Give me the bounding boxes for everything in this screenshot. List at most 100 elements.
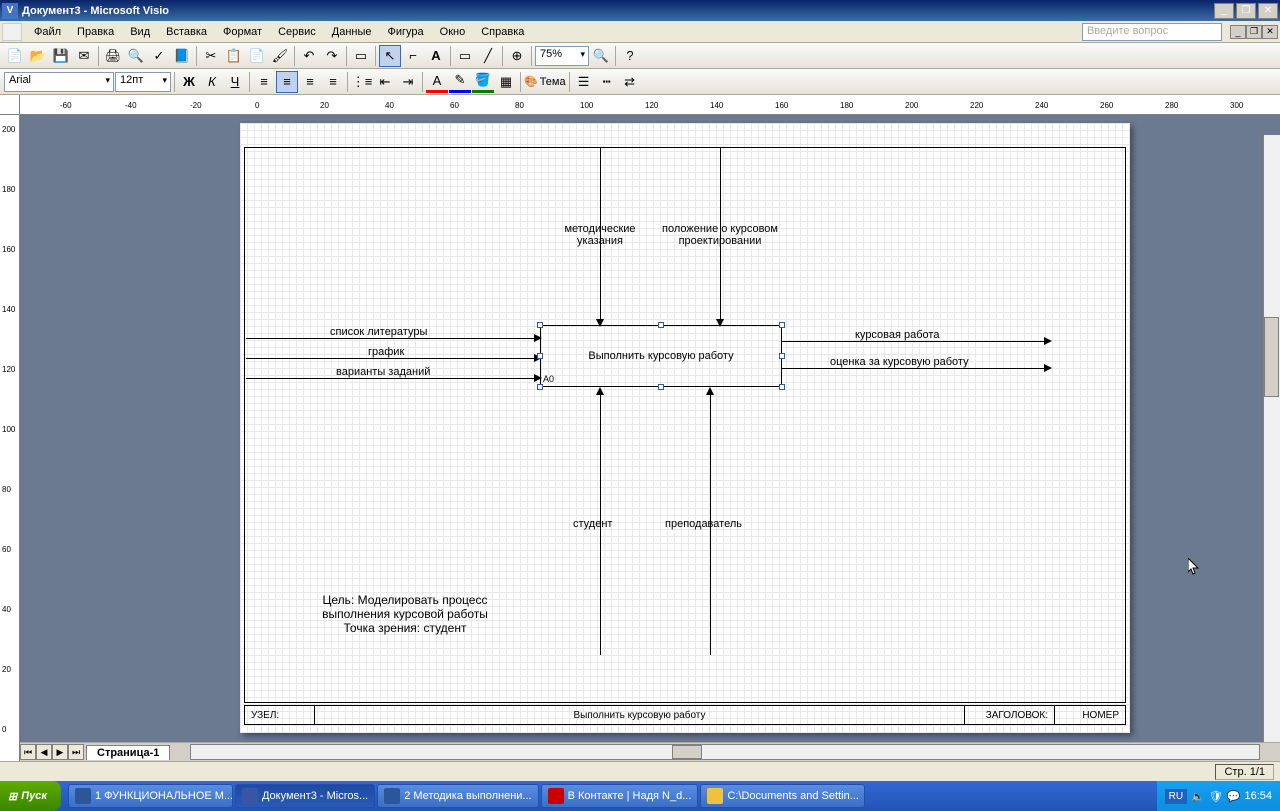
- menu-format[interactable]: Формат: [215, 24, 270, 40]
- menu-insert[interactable]: Вставка: [158, 24, 215, 40]
- underline-button[interactable]: Ч: [224, 71, 246, 93]
- horizontal-ruler[interactable]: -60 -40 -20 0 20 40 60 80 100 120 140 16…: [20, 95, 1280, 115]
- tray-icon[interactable]: 🔈: [1191, 790, 1205, 803]
- task-word-method[interactable]: 2 Методика выполнени...: [377, 784, 538, 808]
- clock[interactable]: 16:54: [1244, 790, 1272, 802]
- align-center-button[interactable]: ≡: [276, 71, 298, 93]
- start-button[interactable]: ⊞Пуск: [0, 781, 61, 811]
- zoom-selector[interactable]: 75%: [535, 46, 589, 66]
- main-process-box[interactable]: Выполнить курсовую работу A0: [540, 325, 782, 387]
- mdi-minimize-button[interactable]: _: [1230, 25, 1246, 39]
- task-word-func[interactable]: 1 ФУНКЦИОНАЛЬНОЕ М...: [68, 784, 233, 808]
- output-arrow-grade[interactable]: [782, 368, 1050, 369]
- italic-button[interactable]: К: [201, 71, 223, 93]
- maximize-button[interactable]: ❐: [1236, 3, 1256, 19]
- connect-points-button[interactable]: ⊕: [506, 45, 528, 67]
- help-button[interactable]: ?: [619, 45, 641, 67]
- title-block[interactable]: УЗЕЛ: Выполнить курсовую работу ЗАГОЛОВО…: [244, 705, 1126, 725]
- pointer-tool-button[interactable]: ↖: [379, 45, 401, 67]
- format-painter-button[interactable]: 🖌: [269, 45, 291, 67]
- undo-button[interactable]: ↶: [298, 45, 320, 67]
- mdi-close-button[interactable]: ✕: [1262, 25, 1278, 39]
- font-size-selector[interactable]: 12пт: [115, 72, 171, 92]
- theme-button[interactable]: 🎨Тема: [524, 71, 566, 93]
- vertical-ruler[interactable]: 200 180 160 140 120 100 80 60 40 20 0: [0, 115, 20, 761]
- paste-button[interactable]: 📄: [246, 45, 268, 67]
- horizontal-scrollbar[interactable]: [190, 744, 1260, 760]
- align-left-button[interactable]: ≡: [253, 71, 275, 93]
- output-arrow-work[interactable]: [782, 341, 1050, 342]
- label-teacher[interactable]: преподаватель: [665, 518, 742, 530]
- mail-button[interactable]: ✉: [73, 45, 95, 67]
- system-tray[interactable]: RU 🔈 🛡 💬 16:54: [1157, 781, 1280, 811]
- canvas[interactable]: методические указания положение о курсов…: [20, 115, 1280, 742]
- align-justify-button[interactable]: ≡: [322, 71, 344, 93]
- bold-button[interactable]: Ж: [178, 71, 200, 93]
- close-button[interactable]: ✕: [1258, 3, 1278, 19]
- align-right-button[interactable]: ≡: [299, 71, 321, 93]
- menu-data[interactable]: Данные: [324, 24, 380, 40]
- nav-prev-button[interactable]: ◀: [36, 744, 52, 760]
- label-methodical[interactable]: методические указания: [550, 223, 650, 247]
- research-button[interactable]: 📘: [171, 45, 193, 67]
- font-color-button[interactable]: A: [426, 71, 448, 93]
- menu-service[interactable]: Сервис: [270, 24, 324, 40]
- drawing-page[interactable]: методические указания положение о курсов…: [240, 123, 1130, 733]
- nav-next-button[interactable]: ▶: [52, 744, 68, 760]
- save-button[interactable]: 💾: [50, 45, 72, 67]
- purpose-text[interactable]: Цель: Моделировать процесс выполнения ку…: [305, 593, 505, 635]
- menu-view[interactable]: Вид: [122, 24, 158, 40]
- print-button[interactable]: 🖨: [102, 45, 124, 67]
- page-tab-1[interactable]: Страница-1: [86, 745, 170, 760]
- shadow-button[interactable]: ▦: [495, 71, 517, 93]
- input-arrow-schedule[interactable]: [246, 358, 540, 359]
- rectangle-tool-button[interactable]: ▭: [454, 45, 476, 67]
- input-arrow-literature[interactable]: [246, 338, 540, 339]
- nav-first-button[interactable]: ⏮: [20, 744, 36, 760]
- minimize-button[interactable]: _: [1214, 3, 1234, 19]
- label-output-work[interactable]: курсовая работа: [855, 329, 939, 341]
- language-indicator[interactable]: RU: [1165, 789, 1187, 804]
- menu-window[interactable]: Окно: [432, 24, 474, 40]
- label-variants[interactable]: варианты заданий: [336, 366, 430, 378]
- task-visio-doc3[interactable]: Документ3 - Micros...: [235, 784, 375, 808]
- tray-icon[interactable]: 💬: [1227, 790, 1241, 803]
- zoom-button[interactable]: 🔍: [590, 45, 612, 67]
- visio-icon[interactable]: [2, 23, 22, 41]
- cut-button[interactable]: ✂: [200, 45, 222, 67]
- label-regulation[interactable]: положение о курсовом проектировании: [655, 223, 785, 247]
- tray-icon[interactable]: 🛡: [1209, 790, 1223, 803]
- line-ends-button[interactable]: ⇄: [619, 71, 641, 93]
- open-button[interactable]: 📂: [27, 45, 49, 67]
- fill-color-button[interactable]: 🪣: [472, 71, 494, 93]
- label-output-grade[interactable]: оценка за курсовую работу: [830, 356, 969, 368]
- shapes-panel-button[interactable]: ▭: [350, 45, 372, 67]
- menu-file[interactable]: Файл: [26, 24, 69, 40]
- copy-button[interactable]: 📋: [223, 45, 245, 67]
- nav-last-button[interactable]: ⏭: [68, 744, 84, 760]
- task-explorer[interactable]: C:\Documents and Settin...: [700, 784, 865, 808]
- print-preview-button[interactable]: 🔍: [125, 45, 147, 67]
- spellcheck-button[interactable]: ✓: [148, 45, 170, 67]
- help-question-input[interactable]: Введите вопрос: [1082, 23, 1222, 41]
- menu-help[interactable]: Справка: [473, 24, 532, 40]
- menu-edit[interactable]: Правка: [69, 24, 122, 40]
- font-name-selector[interactable]: Arial: [4, 72, 114, 92]
- redo-button[interactable]: ↷: [321, 45, 343, 67]
- line-color-button[interactable]: ✎: [449, 71, 471, 93]
- line-pattern-button[interactable]: ┅: [596, 71, 618, 93]
- mdi-restore-button[interactable]: ❐: [1246, 25, 1262, 39]
- line-weight-button[interactable]: ☰: [573, 71, 595, 93]
- text-tool-button[interactable]: A: [425, 45, 447, 67]
- decrease-indent-button[interactable]: ⇤: [374, 71, 396, 93]
- bullets-button[interactable]: ⋮≡: [351, 71, 373, 93]
- input-arrow-variants[interactable]: [246, 378, 540, 379]
- new-button[interactable]: 📄: [4, 45, 26, 67]
- increase-indent-button[interactable]: ⇥: [397, 71, 419, 93]
- task-opera-vk[interactable]: В Контакте | Надя N_d...: [541, 784, 699, 808]
- label-schedule[interactable]: график: [368, 346, 404, 358]
- menu-shape[interactable]: Фигура: [380, 24, 432, 40]
- connector-tool-button[interactable]: ⌐: [402, 45, 424, 67]
- line-tool-button[interactable]: ╱: [477, 45, 499, 67]
- label-literature[interactable]: список литературы: [330, 326, 427, 338]
